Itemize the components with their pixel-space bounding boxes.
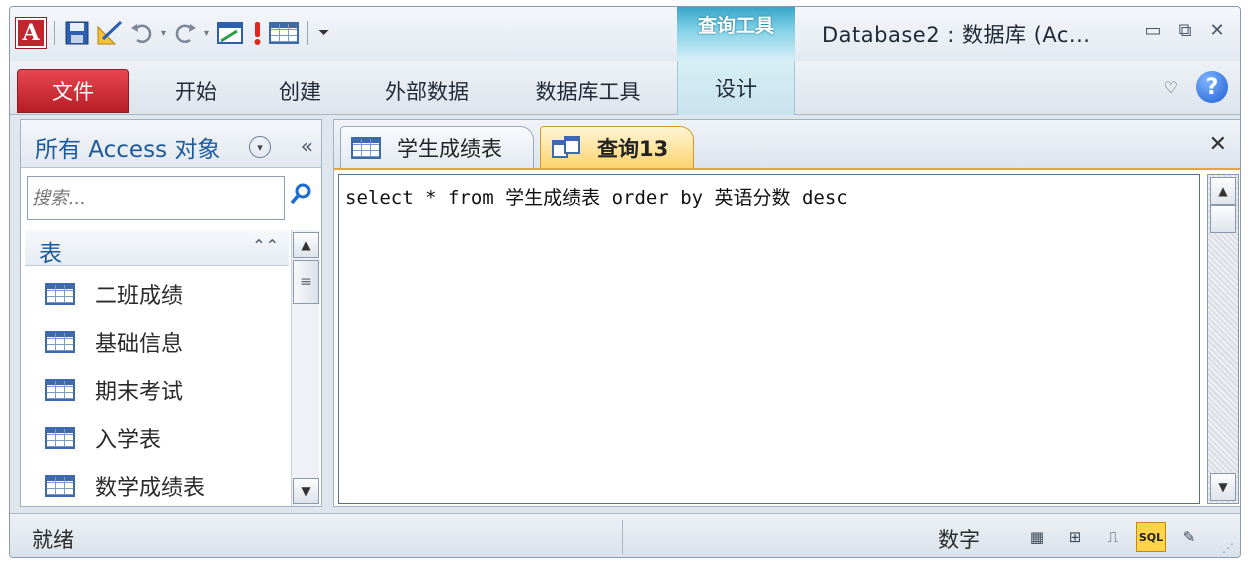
close-document-icon[interactable]: ✕ [1209, 132, 1227, 157]
ribbon-tabs: 文件 开始 创建 外部数据 数据库工具 设计 ♡ ? [10, 61, 1240, 115]
design-view-icon[interactable]: ✎ [1174, 522, 1204, 552]
table-icon [45, 331, 75, 353]
table-icon [351, 136, 381, 159]
window-controls: ▭ ⧉ ✕ [1140, 17, 1230, 43]
run-icon[interactable] [249, 18, 265, 48]
minimize-ribbon-icon[interactable]: ♡ [1164, 78, 1178, 97]
ribbon-right-controls: ♡ ? [1164, 71, 1228, 103]
chevron-down-icon[interactable]: ▾ [249, 136, 271, 158]
query-tools-context-header: 查询工具 [677, 7, 795, 61]
list-item-label: 基础信息 [95, 332, 184, 357]
list-item-label: 入学表 [95, 428, 162, 453]
list-item-label: 期末考试 [95, 380, 184, 405]
tab-home[interactable]: 开始 [160, 69, 232, 113]
search-input[interactable] [27, 176, 285, 220]
tab-database-tools[interactable]: 数据库工具 [518, 69, 658, 113]
access-window: A ▾ ▾ ⏷ 查询工具 Database2: 数据库 (Ac... ▭ ⧉ … [9, 6, 1241, 558]
query-icon [552, 135, 580, 158]
title-bar: A ▾ ▾ ⏷ 查询工具 Database2: 数据库 (Ac... ▭ ⧉ … [10, 7, 1240, 61]
help-icon[interactable]: ? [1196, 71, 1228, 103]
quick-access-toolbar: A ▾ ▾ ⏷ [15, 17, 331, 49]
scroll-thumb[interactable]: ≡ [293, 260, 319, 304]
scroll-thumb[interactable] [1210, 205, 1236, 233]
scroll-down-icon[interactable]: ▼ [293, 478, 319, 504]
tab-file[interactable]: 文件 [17, 69, 129, 113]
status-text: 就绪 [32, 528, 74, 552]
tab-label: 学生成绩表 [397, 136, 502, 161]
scroll-up-icon[interactable]: ▲ [293, 232, 319, 258]
scroll-up-icon[interactable]: ▲ [1210, 177, 1236, 205]
chevron-up-icon[interactable]: ⌃⌃ [252, 236, 279, 255]
table-icon [45, 283, 75, 305]
table-icon [45, 379, 75, 401]
close-icon[interactable]: ✕ [1204, 17, 1230, 43]
group-label: 表 [39, 241, 62, 267]
tab-label: 查询13 [597, 136, 669, 161]
table-icon [45, 427, 75, 449]
tab-query13[interactable]: 查询13 [540, 126, 694, 168]
editor-scrollbar[interactable]: ▲ ▼ [1207, 174, 1239, 504]
tab-create[interactable]: 创建 [264, 69, 336, 113]
list-item[interactable]: 入学表 [25, 414, 289, 462]
num-lock-indicator: 数字 [938, 528, 980, 552]
list-item[interactable]: 二班成绩 [25, 270, 289, 318]
view-switcher: ▦ ⊞ ⎍ SQL ✎ [1022, 522, 1204, 552]
redo-icon[interactable] [172, 18, 198, 48]
pivot-table-view-icon[interactable]: ⊞ [1060, 522, 1090, 552]
save-icon[interactable] [63, 18, 91, 48]
scroll-down-icon[interactable]: ▼ [1210, 473, 1236, 501]
status-bar: 就绪 数字 ▦ ⊞ ⎍ SQL ✎ ⋰ [10, 513, 1240, 557]
window-title: Database2 : 数据库 (Ac... [822, 23, 1091, 47]
sql-editor[interactable] [338, 174, 1200, 504]
status-separator [622, 520, 623, 554]
document-tabs: 学生成绩表 查询13 ✕ [334, 120, 1240, 170]
tab-student-scores[interactable]: 学生成绩表 [340, 126, 534, 168]
document-area: 学生成绩表 查询13 ✕ ▲ ▼ [333, 119, 1240, 507]
tab-design[interactable]: 设计 [677, 61, 795, 115]
nav-scrollbar[interactable]: ▲ ≡ ▼ [291, 230, 319, 506]
list-item[interactable]: 数学成绩表 [25, 462, 289, 510]
toolbar-separator [307, 21, 309, 45]
access-logo-icon[interactable]: A [15, 17, 47, 49]
undo-dropdown-icon[interactable]: ▾ [161, 28, 166, 39]
group-header-tables[interactable]: 表 ⌃⌃ [25, 230, 289, 267]
undo-icon[interactable] [129, 18, 155, 48]
list-item-label: 数学成绩表 [95, 476, 206, 501]
restore-icon[interactable]: ⧉ [1172, 17, 1198, 43]
query-design-icon[interactable] [215, 18, 245, 48]
table-icon[interactable] [269, 18, 300, 48]
redo-dropdown-icon[interactable]: ▾ [204, 28, 209, 39]
toolbar-separator [54, 21, 55, 45]
resize-grip-icon[interactable]: ⋰ [1222, 541, 1234, 555]
design-tools-icon[interactable] [95, 18, 125, 48]
pivot-chart-view-icon[interactable]: ⎍ [1098, 522, 1128, 552]
nav-pane-title[interactable]: 所有 Access 对象 [35, 130, 220, 164]
sql-view-button[interactable]: SQL [1136, 522, 1166, 552]
list-item[interactable]: 基础信息 [25, 318, 289, 366]
navigation-pane: 所有 Access 对象 ▾ « 表 ⌃⌃ 二班成绩 基础信息 期末考试 入学表… [20, 119, 322, 507]
table-list: 二班成绩 基础信息 期末考试 入学表 数学成绩表 [25, 270, 289, 510]
list-item-label: 二班成绩 [95, 284, 184, 309]
tab-external-data[interactable]: 外部数据 [368, 69, 486, 113]
collapse-pane-icon[interactable]: « [301, 134, 313, 158]
datasheet-view-icon[interactable]: ▦ [1022, 522, 1052, 552]
list-item[interactable]: 期末考试 [25, 366, 289, 414]
minimize-icon[interactable]: ▭ [1140, 17, 1166, 43]
nav-pane-header[interactable]: 所有 Access 对象 ▾ « [21, 120, 321, 168]
search-icon[interactable] [289, 182, 313, 212]
customize-toolbar-icon[interactable]: ⏷ [318, 25, 329, 41]
table-icon [45, 475, 75, 497]
